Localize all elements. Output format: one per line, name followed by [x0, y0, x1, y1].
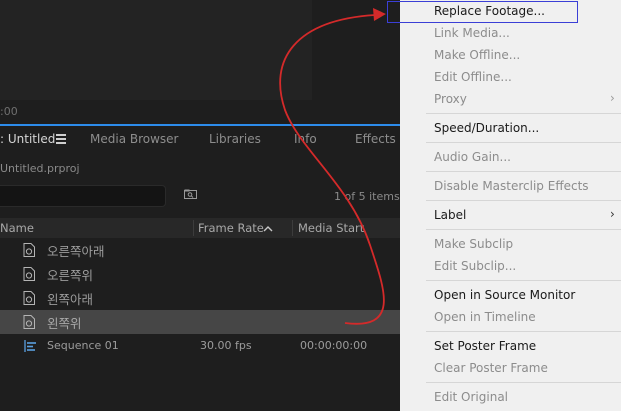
menu-item-make-offline[interactable]: Make Offline... — [434, 48, 520, 62]
project-file-name: Untitled.prproj — [0, 162, 80, 175]
column-media-start[interactable]: Media Start — [298, 221, 364, 235]
menu-item-open-in-timeline[interactable]: Open in Timeline — [434, 310, 536, 324]
tab-libraries[interactable]: Libraries — [209, 132, 261, 146]
clip-name: Sequence 01 — [47, 339, 119, 352]
menu-separator — [426, 142, 621, 143]
tab-effects[interactable]: Effects — [355, 132, 396, 146]
tab-project[interactable]: : Untitled — [0, 132, 55, 146]
image-clip-icon — [23, 243, 35, 257]
menu-separator — [426, 113, 621, 114]
menu-separator — [426, 382, 621, 383]
panel-menu-icon[interactable] — [56, 134, 66, 146]
menu-item-disable-masterclip-effects[interactable]: Disable Masterclip Effects — [434, 179, 589, 193]
image-clip-icon — [23, 267, 35, 281]
column-name[interactable]: Name — [0, 221, 34, 235]
menu-item-link-media[interactable]: Link Media... — [434, 26, 510, 40]
menu-separator — [426, 229, 621, 230]
menu-item-set-poster-frame[interactable]: Set Poster Frame — [434, 339, 536, 353]
menu-separator — [426, 331, 621, 332]
clip-name: 오른쪽위 — [47, 268, 94, 283]
clip-name: 왼쪽위 — [47, 316, 82, 331]
menu-separator — [426, 171, 621, 172]
table-row-selected[interactable]: 왼쪽위 — [0, 310, 400, 334]
items-count: 1 of 5 items s — [334, 190, 409, 203]
column-divider[interactable] — [292, 220, 293, 236]
menu-item-speed-duration[interactable]: Speed/Duration... — [434, 121, 539, 135]
sequence-icon — [24, 340, 36, 352]
menu-item-open-in-source-monitor[interactable]: Open in Source Monitor — [434, 288, 575, 302]
menu-item-make-subclip[interactable]: Make Subclip — [434, 237, 513, 251]
menu-item-edit-original[interactable]: Edit Original — [434, 390, 508, 404]
annotation-highlight-box — [387, 1, 578, 23]
column-divider[interactable] — [193, 220, 194, 236]
table-row[interactable]: 왼쪽아래 — [0, 286, 400, 310]
menu-item-label[interactable]: Label — [434, 208, 466, 222]
find-folder-icon[interactable] — [184, 189, 197, 199]
sort-ascending-icon[interactable] — [263, 225, 273, 232]
table-row[interactable]: 오른쪽위 — [0, 262, 400, 286]
image-clip-icon — [23, 291, 35, 305]
clip-name: 왼쪽아래 — [47, 292, 94, 307]
clip-name: 오른쪽아래 — [47, 244, 105, 259]
program-monitor[interactable] — [0, 0, 312, 100]
chevron-right-icon: › — [610, 207, 615, 221]
media-start-value: 00:00:00:00 — [300, 339, 368, 352]
menu-item-edit-offline[interactable]: Edit Offline... — [434, 70, 512, 84]
menu-item-proxy[interactable]: Proxy — [434, 92, 467, 106]
monitor-timecode: :00 — [0, 105, 18, 118]
frame-rate-value: 30.00 fps — [200, 339, 252, 352]
menu-separator — [426, 200, 621, 201]
tab-info[interactable]: Info — [294, 132, 317, 146]
menu-separator — [426, 280, 621, 281]
menu-item-edit-subclip[interactable]: Edit Subclip... — [434, 259, 516, 273]
search-input[interactable] — [0, 185, 166, 207]
column-frame-rate[interactable]: Frame Rate — [198, 221, 264, 235]
menu-item-audio-gain[interactable]: Audio Gain... — [434, 150, 511, 164]
table-row[interactable]: Sequence 01 30.00 fps 00:00:00:00 — [0, 334, 400, 358]
chevron-right-icon: › — [610, 91, 615, 105]
menu-item-clear-poster-frame[interactable]: Clear Poster Frame — [434, 361, 548, 375]
monitor-footer — [0, 100, 400, 124]
tab-media-browser[interactable]: Media Browser — [90, 132, 178, 146]
image-clip-icon — [23, 315, 35, 329]
table-row[interactable]: 오른쪽아래 — [0, 238, 400, 262]
